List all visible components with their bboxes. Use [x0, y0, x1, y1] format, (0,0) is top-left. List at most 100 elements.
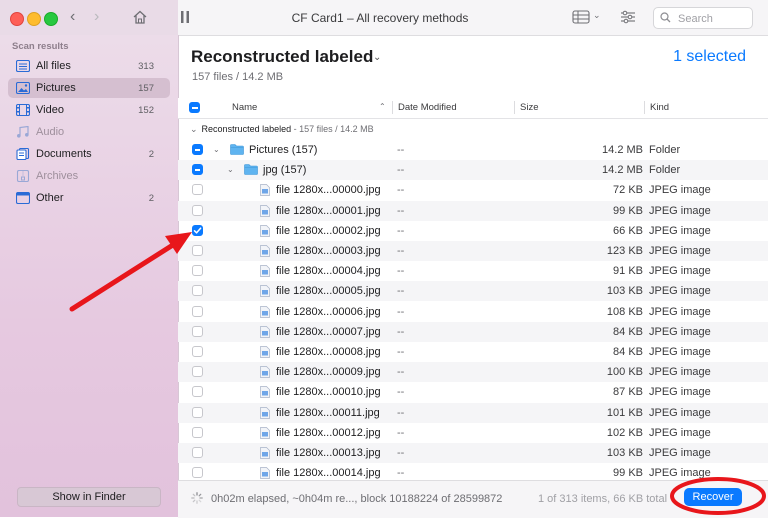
- row-checkbox[interactable]: [192, 184, 203, 196]
- app-window: ‹ › CF Card1 – All recovery methods ⌄ Sc…: [0, 0, 768, 518]
- row-kind: JPEG image: [649, 447, 711, 459]
- column-kind[interactable]: Kind: [650, 102, 669, 113]
- sidebar-item-all-files[interactable]: All files 313: [8, 56, 170, 76]
- back-chevron-icon[interactable]: ‹: [70, 8, 75, 26]
- minimize-window-button[interactable]: [27, 12, 41, 26]
- row-checkbox[interactable]: [192, 346, 203, 357]
- table-row[interactable]: file 1280x...00005.jpg -- 103 KB JPEG image: [178, 281, 768, 302]
- view-mode-icon[interactable]: [572, 10, 590, 27]
- row-checkbox[interactable]: [192, 245, 203, 256]
- row-checkbox[interactable]: [192, 224, 203, 236]
- row-checkbox[interactable]: [192, 265, 203, 277]
- row-kind: JPEG image: [649, 467, 711, 480]
- search-field[interactable]: [653, 7, 753, 29]
- search-input[interactable]: [676, 10, 750, 27]
- sidebar-item-pictures[interactable]: Pictures 157: [8, 78, 170, 98]
- table-row[interactable]: file 1280x...00002.jpg -- 66 KB JPEG image: [178, 221, 768, 241]
- home-icon[interactable]: [132, 9, 148, 28]
- column-divider[interactable]: [644, 101, 645, 114]
- sidebar-item-label: Archives: [36, 170, 79, 182]
- sidebar-item-label: All files: [36, 60, 71, 72]
- row-checkbox[interactable]: [192, 447, 203, 458]
- selected-count-link[interactable]: 1 selected: [673, 48, 746, 66]
- table-row[interactable]: file 1280x...00008.jpg -- 84 KB JPEG image: [178, 342, 768, 362]
- row-checkbox[interactable]: [192, 426, 203, 438]
- filter-sliders-icon[interactable]: [620, 10, 636, 27]
- all-files-icon: [15, 59, 31, 73]
- sidebar-item-audio[interactable]: Audio: [8, 122, 170, 142]
- disclosure-chevron-icon[interactable]: ⌄: [227, 165, 234, 174]
- table-row[interactable]: file 1280x...00013.jpg -- 103 KB JPEG image: [178, 443, 768, 463]
- row-checkbox[interactable]: [192, 204, 203, 216]
- folder-row[interactable]: ⌄ jpg (157) -- 14.2 MB Folder: [178, 160, 768, 181]
- disclosure-chevron-icon[interactable]: ⌄: [213, 145, 220, 154]
- row-checkbox[interactable]: [192, 406, 203, 418]
- row-checkbox[interactable]: [192, 325, 203, 337]
- zoom-window-button[interactable]: [44, 12, 58, 26]
- row-date-modified: --: [397, 204, 405, 217]
- row-size: 108 KB: [606, 305, 643, 318]
- table-row[interactable]: file 1280x...00012.jpg -- 102 KB JPEG image: [178, 423, 768, 443]
- table-row[interactable]: file 1280x...00004.jpg -- 91 KB JPEG image: [178, 261, 768, 281]
- row-name: file 1280x...00014.jpg: [276, 467, 381, 480]
- sidebar-item-documents[interactable]: Documents 2: [8, 144, 170, 164]
- select-all-checkbox[interactable]: [189, 102, 200, 113]
- chevron-down-icon[interactable]: ⌄: [190, 124, 198, 134]
- chevron-down-icon[interactable]: ⌄: [373, 52, 381, 63]
- image-file-icon: [260, 265, 270, 280]
- sidebar-item-archives[interactable]: Archives: [8, 166, 170, 186]
- sort-up-icon[interactable]: ⌃: [379, 102, 386, 111]
- page-title[interactable]: Reconstructed labeled: [191, 47, 373, 67]
- table-row[interactable]: file 1280x...00011.jpg -- 101 KB JPEG image: [178, 402, 768, 423]
- pictures-icon: [15, 81, 31, 95]
- row-date-modified: --: [397, 366, 405, 379]
- table-row[interactable]: file 1280x...00000.jpg -- 72 KB JPEG image: [178, 180, 768, 200]
- recover-button[interactable]: Recover: [684, 488, 742, 506]
- table-row[interactable]: file 1280x...00006.jpg -- 108 KB JPEG image: [178, 302, 768, 322]
- group-header[interactable]: ⌄ Reconstructed labeled - 157 files / 14.…: [190, 124, 374, 135]
- scan-progress-text: 0h02m elapsed, ~0h04m re..., block 10188…: [211, 493, 503, 505]
- audio-icon: [16, 125, 30, 138]
- table-row[interactable]: file 1280x...00007.jpg -- 84 KB JPEG image: [178, 321, 768, 342]
- sidebar-item-other[interactable]: Other 2: [8, 188, 170, 208]
- row-checkbox[interactable]: [192, 144, 203, 155]
- show-in-finder-button[interactable]: Show in Finder: [17, 487, 161, 507]
- table-row[interactable]: file 1280x...00001.jpg -- 99 KB JPEG image: [178, 200, 768, 221]
- chevron-down-icon[interactable]: ⌄: [593, 10, 601, 21]
- row-checkbox[interactable]: [192, 467, 203, 479]
- column-divider[interactable]: [392, 101, 393, 114]
- close-window-button[interactable]: [10, 12, 24, 26]
- pause-icon[interactable]: [180, 11, 190, 26]
- row-kind: JPEG image: [649, 265, 711, 278]
- sidebar-item-count: 152: [138, 105, 154, 116]
- row-date-modified: --: [397, 245, 405, 257]
- row-checkbox[interactable]: [192, 164, 203, 176]
- row-name: file 1280x...00006.jpg: [276, 305, 381, 318]
- sidebar-item-count: 2: [148, 149, 154, 160]
- sidebar-item-label: Other: [36, 192, 64, 204]
- table-row[interactable]: file 1280x...00009.jpg -- 100 KB JPEG image: [178, 362, 768, 383]
- row-size: 101 KB: [606, 406, 643, 419]
- row-checkbox[interactable]: [192, 366, 203, 378]
- sidebar-item-video[interactable]: Video 152: [8, 100, 170, 120]
- row-date-modified: --: [397, 426, 405, 439]
- row-checkbox[interactable]: [192, 285, 203, 297]
- image-file-icon: [260, 386, 270, 401]
- row-size: 91 KB: [613, 265, 643, 278]
- table-row[interactable]: file 1280x...00003.jpg -- 123 KB JPEG image: [178, 241, 768, 261]
- row-date-modified: --: [397, 285, 405, 298]
- forward-chevron-icon[interactable]: ›: [94, 8, 99, 26]
- column-size[interactable]: Size: [520, 102, 538, 113]
- column-date-modified[interactable]: Date Modified: [398, 102, 457, 113]
- column-name[interactable]: Name: [232, 102, 257, 113]
- image-file-icon: [260, 325, 270, 341]
- row-checkbox[interactable]: [192, 386, 203, 398]
- row-checkbox[interactable]: [192, 305, 203, 317]
- table-row[interactable]: file 1280x...00010.jpg -- 87 KB JPEG image: [178, 382, 768, 402]
- folder-row[interactable]: ⌄ Pictures (157) -- 14.2 MB Folder: [178, 140, 768, 160]
- row-name: file 1280x...00008.jpg: [276, 346, 381, 358]
- image-file-icon: [260, 447, 270, 462]
- row-date-modified: --: [397, 346, 405, 358]
- folder-icon: [244, 164, 258, 178]
- column-divider[interactable]: [514, 101, 515, 114]
